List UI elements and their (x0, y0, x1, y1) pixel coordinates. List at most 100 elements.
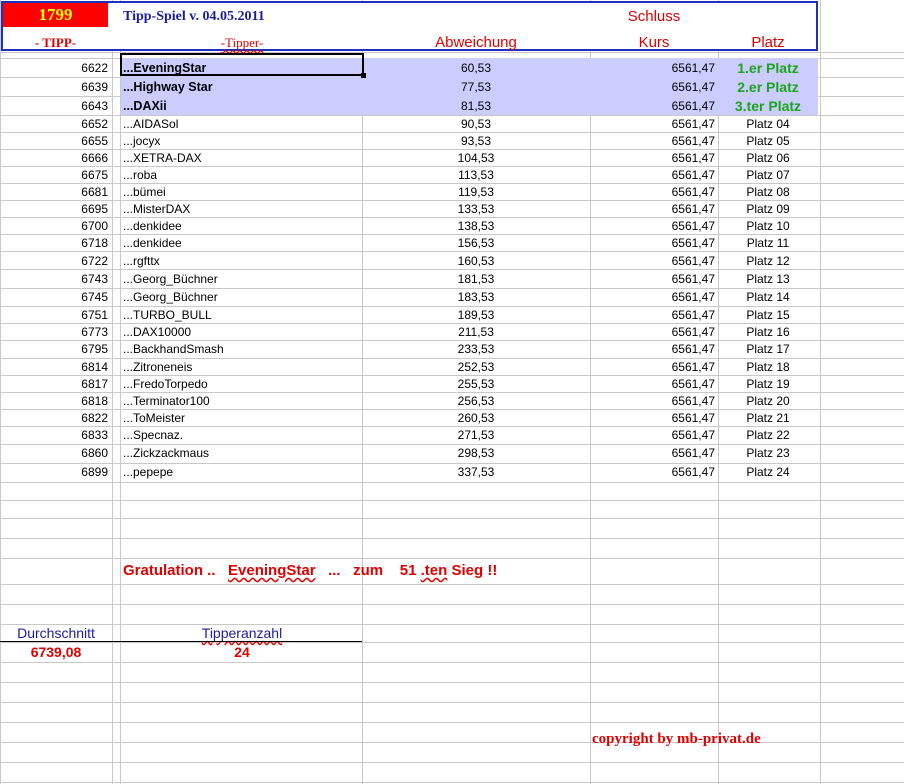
abweichung-cell[interactable]: 156,53 (362, 235, 590, 251)
platz-cell[interactable]: Platz 22 (718, 427, 818, 443)
tipper-name-cell[interactable]: ...DAXii (123, 97, 167, 115)
tipp-header[interactable]: - TIPP- (3, 35, 108, 51)
kurs-cell[interactable]: 6561,47 (590, 359, 715, 375)
tipp-cell[interactable]: 6695 (0, 201, 108, 217)
kurs-cell[interactable]: 6561,47 (590, 201, 715, 217)
tipper-header[interactable]: -Tipper- (122, 35, 362, 51)
tipp-cell[interactable]: 6814 (0, 359, 108, 375)
tipp-cell[interactable]: 6722 (0, 253, 108, 269)
platz-cell[interactable]: Platz 21 (718, 410, 818, 426)
schluss-header[interactable]: Schluss (590, 9, 718, 25)
tipper-name-cell[interactable]: ...Zickzackmaus (123, 445, 209, 461)
kurs-cell[interactable]: 6561,47 (590, 184, 715, 200)
abweichung-cell[interactable]: 81,53 (362, 97, 590, 115)
abweichung-cell[interactable]: 271,53 (362, 427, 590, 443)
platz-cell[interactable]: Platz 04 (718, 116, 818, 132)
kurs-cell[interactable]: 6561,47 (590, 393, 715, 409)
kurs-cell[interactable]: 6561,47 (590, 133, 715, 149)
platz-cell[interactable]: Platz 12 (718, 253, 818, 269)
platz-cell[interactable]: 3.ter Platz (718, 97, 818, 115)
tipp-cell[interactable]: 6773 (0, 324, 108, 340)
tipp-cell[interactable]: 6718 (0, 235, 108, 251)
tipp-cell[interactable]: 6860 (0, 445, 108, 461)
platz-cell[interactable]: Platz 08 (718, 184, 818, 200)
kurs-cell[interactable]: 6561,47 (590, 410, 715, 426)
abweichung-cell[interactable]: 298,53 (362, 445, 590, 461)
tipp-cell[interactable]: 6700 (0, 218, 108, 234)
abweichung-header[interactable]: Abweichung (362, 35, 590, 51)
tipper-name-cell[interactable]: ...roba (123, 167, 157, 183)
tipper-name-cell[interactable]: ...Specnaz. (123, 427, 183, 443)
abweichung-cell[interactable]: 337,53 (362, 464, 590, 480)
tipp-cell[interactable]: 6745 (0, 289, 108, 305)
tipp-cell[interactable]: 6795 (0, 341, 108, 357)
fill-handle[interactable] (361, 73, 366, 78)
tipp-cell[interactable]: 6643 (0, 97, 108, 115)
platz-header[interactable]: Platz (718, 35, 818, 51)
platz-cell[interactable]: Platz 06 (718, 150, 818, 166)
abweichung-cell[interactable]: 189,53 (362, 307, 590, 323)
kurs-cell[interactable]: 6561,47 (590, 78, 715, 96)
abweichung-cell[interactable]: 252,53 (362, 359, 590, 375)
abweichung-cell[interactable]: 260,53 (362, 410, 590, 426)
durchschnitt-label[interactable]: Durchschnitt (0, 625, 112, 641)
tipper-name-cell[interactable]: ...DAX10000 (123, 324, 191, 340)
abweichung-cell[interactable]: 256,53 (362, 393, 590, 409)
abweichung-cell[interactable]: 138,53 (362, 218, 590, 234)
platz-cell[interactable]: 1.er Platz (718, 59, 818, 77)
kurs-cell[interactable]: 6561,47 (590, 271, 715, 287)
tipper-name-cell[interactable]: ...denkidee (123, 218, 182, 234)
tipper-name-cell[interactable]: ...bümei (123, 184, 166, 200)
platz-cell[interactable]: Platz 16 (718, 324, 818, 340)
platz-cell[interactable]: Platz 09 (718, 201, 818, 217)
kurs-cell[interactable]: 6561,47 (590, 307, 715, 323)
title-cell[interactable]: Tipp-Spiel v. 04.05.2011 (123, 9, 265, 25)
kurs-cell[interactable]: 6561,47 (590, 116, 715, 132)
kurs-cell[interactable]: 6561,47 (590, 341, 715, 357)
platz-cell[interactable]: Platz 23 (718, 445, 818, 461)
platz-cell[interactable]: Platz 24 (718, 464, 818, 480)
tipp-cell[interactable]: 6622 (0, 59, 108, 77)
tipp-number-cell[interactable]: 1799 (3, 3, 108, 27)
tipp-cell[interactable]: 6639 (0, 78, 108, 96)
durchschnitt-value[interactable]: 6739,08 (0, 644, 112, 660)
platz-cell[interactable]: Platz 18 (718, 359, 818, 375)
abweichung-cell[interactable]: 183,53 (362, 289, 590, 305)
platz-cell[interactable]: Platz 11 (718, 235, 818, 251)
tipper-name-cell[interactable]: ...BackhandSmash (123, 341, 224, 357)
abweichung-cell[interactable]: 160,53 (362, 253, 590, 269)
kurs-cell[interactable]: 6561,47 (590, 464, 715, 480)
abweichung-cell[interactable]: 181,53 (362, 271, 590, 287)
tipper-name-cell[interactable]: ...pepepe (123, 464, 173, 480)
kurs-cell[interactable]: 6561,47 (590, 235, 715, 251)
platz-cell[interactable]: Platz 15 (718, 307, 818, 323)
tipperanzahl-value[interactable]: 24 (122, 644, 362, 660)
tipper-name-cell[interactable]: ...XETRA-DAX (123, 150, 202, 166)
platz-cell[interactable]: Platz 17 (718, 341, 818, 357)
tipper-name-cell[interactable]: ...ToMeister (123, 410, 185, 426)
tipp-cell[interactable]: 6833 (0, 427, 108, 443)
tipper-name-cell[interactable]: ...jocyx (123, 133, 160, 149)
tipper-name-cell[interactable]: ...TURBO_BULL (123, 307, 212, 323)
tipp-cell[interactable]: 6817 (0, 376, 108, 392)
platz-cell[interactable]: Platz 13 (718, 271, 818, 287)
platz-cell[interactable]: Platz 20 (718, 393, 818, 409)
tipper-name-cell[interactable]: ...Georg_Büchner (123, 289, 218, 305)
tipper-name-cell[interactable]: ...rgfttx (123, 253, 160, 269)
tipp-cell[interactable]: 6675 (0, 167, 108, 183)
kurs-cell[interactable]: 6561,47 (590, 445, 715, 461)
gratulation-line[interactable]: Gratulation .. EveningStar ... zum 51 .t… (123, 562, 497, 580)
abweichung-cell[interactable]: 113,53 (362, 167, 590, 183)
abweichung-cell[interactable]: 119,53 (362, 184, 590, 200)
platz-cell[interactable]: Platz 14 (718, 289, 818, 305)
platz-cell[interactable]: 2.er Platz (718, 78, 818, 96)
tipper-name-cell[interactable]: ...denkidee (123, 235, 182, 251)
kurs-header[interactable]: Kurs (590, 35, 718, 51)
tipp-cell[interactable]: 6899 (0, 464, 108, 480)
kurs-cell[interactable]: 6561,47 (590, 218, 715, 234)
kurs-cell[interactable]: 6561,47 (590, 59, 715, 77)
tipper-name-cell[interactable]: ...Georg_Büchner (123, 271, 218, 287)
kurs-cell[interactable]: 6561,47 (590, 150, 715, 166)
tipp-cell[interactable]: 6652 (0, 116, 108, 132)
abweichung-cell[interactable]: 104,53 (362, 150, 590, 166)
